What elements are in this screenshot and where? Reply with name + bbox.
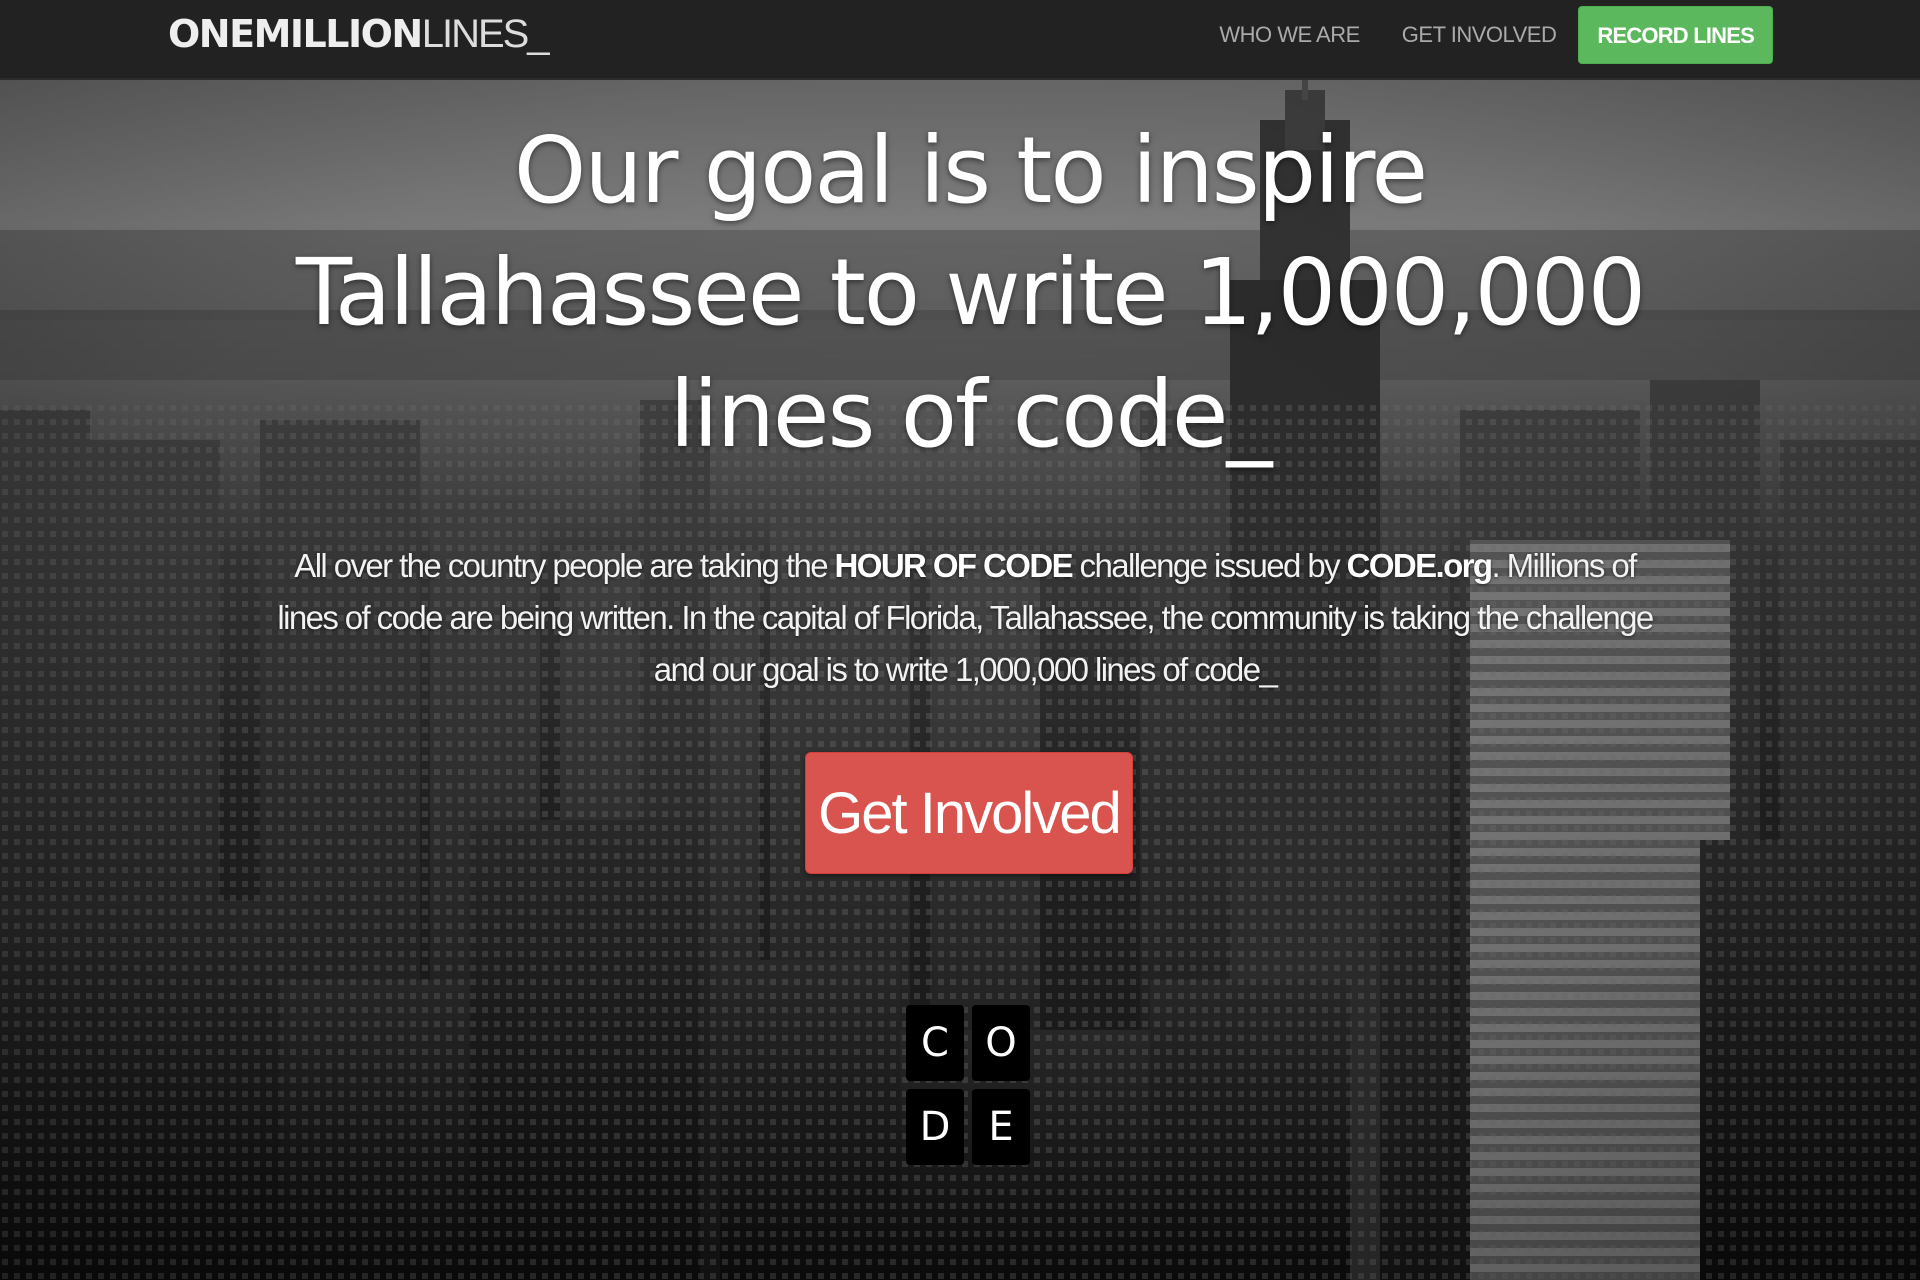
hour-of-code-emphasis: HOUR OF CODE: [834, 547, 1074, 584]
brand-name-thin: LINES_: [421, 11, 550, 56]
code-logo-letter-c: C: [906, 1005, 964, 1081]
code-org-emphasis: CODE.org: [1346, 547, 1493, 584]
code-logo-letter-o: O: [972, 1005, 1030, 1081]
record-lines-button[interactable]: RECORD LINES: [1578, 6, 1773, 64]
nav-links: WHO WE ARE GET INVOLVED RECORD LINES: [1177, 6, 1773, 64]
nav-link-who-we-are[interactable]: WHO WE ARE: [1219, 22, 1360, 48]
code-org-logo[interactable]: C O D E: [906, 1005, 1030, 1165]
hero-lead-paragraph: All over the country people are taking t…: [270, 540, 1660, 696]
code-logo-letter-e: E: [972, 1089, 1030, 1165]
headline-line-1: Our goal is to inspire: [513, 117, 1428, 224]
lead-text-1: All over the country people are taking t…: [294, 547, 835, 584]
brand-name-bold: ONEMILLION: [168, 12, 423, 56]
code-logo-letter-d: D: [906, 1089, 964, 1165]
brand-logo[interactable]: ONEMILLION LINES_: [168, 10, 550, 58]
headline-line-2: Tallahassee to write 1,000,000: [295, 239, 1646, 346]
lead-text-2: challenge issued by: [1071, 547, 1347, 584]
top-navbar: ONEMILLION LINES_ WHO WE ARE GET INVOLVED…: [0, 0, 1920, 80]
nav-link-get-involved[interactable]: GET INVOLVED: [1402, 22, 1557, 48]
headline-line-3: lines of code_: [669, 361, 1273, 468]
get-involved-button[interactable]: Get Involved: [805, 752, 1133, 874]
hero-headline: Our goal is to inspire Tallahassee to wr…: [260, 110, 1680, 476]
